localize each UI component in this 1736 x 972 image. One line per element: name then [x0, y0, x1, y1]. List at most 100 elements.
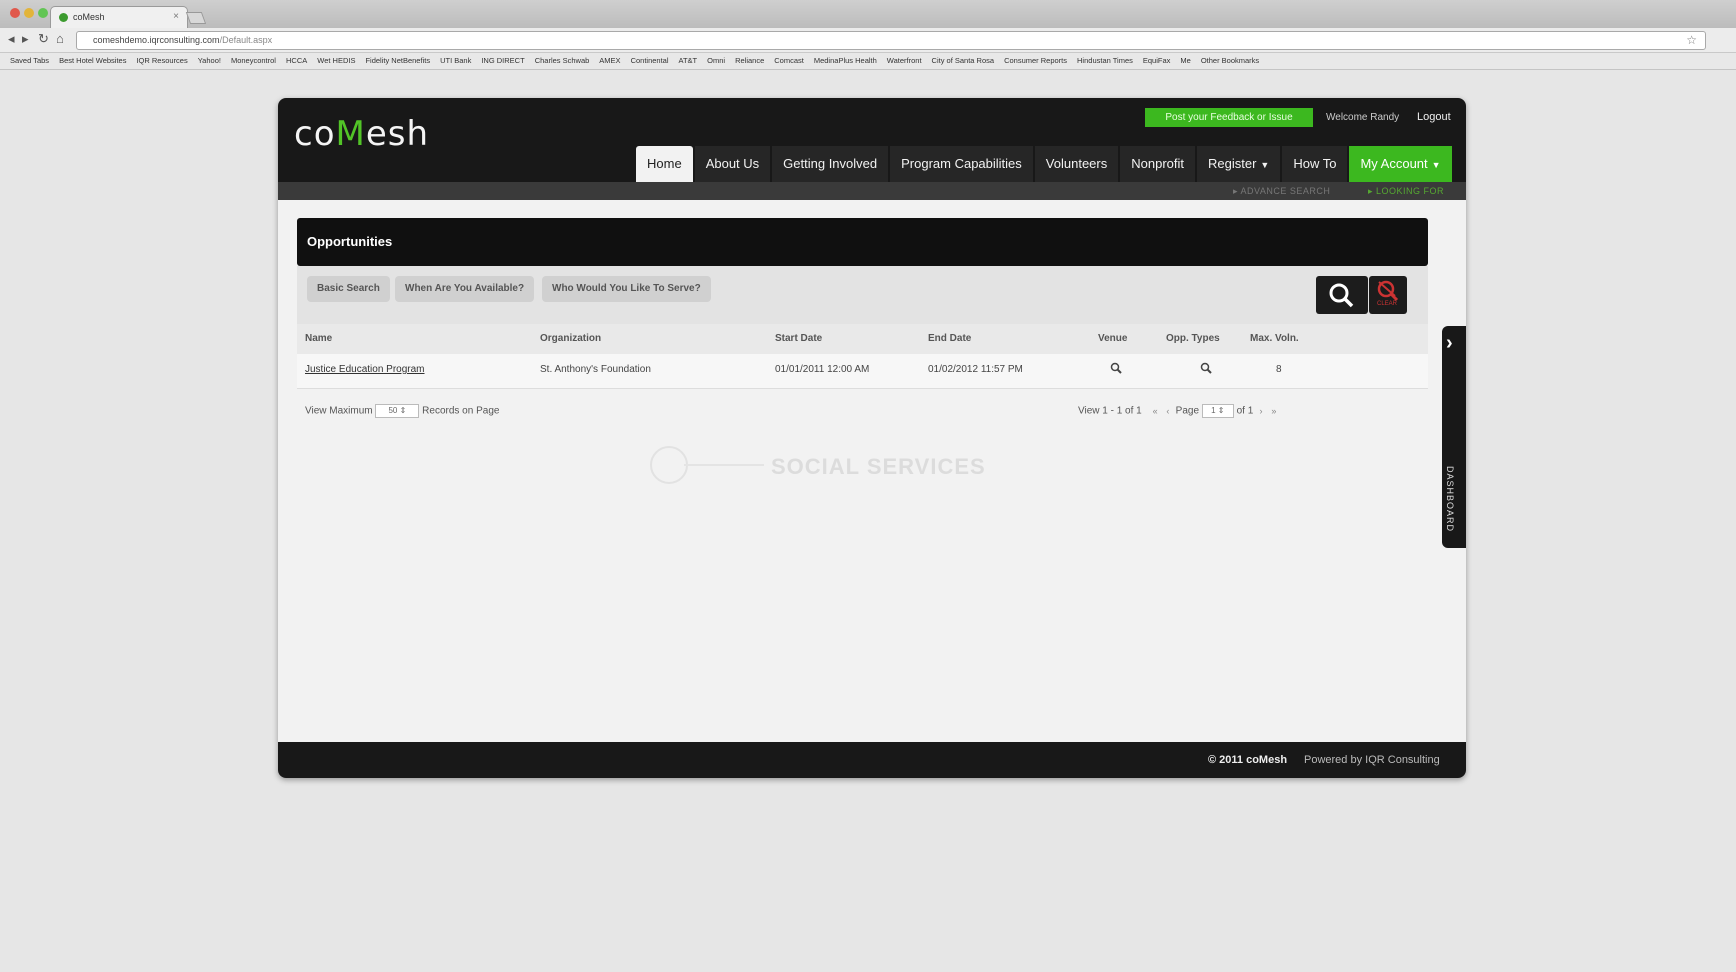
nav-home[interactable]: Home — [636, 146, 693, 182]
opp-types-magnifier-icon[interactable] — [1200, 362, 1212, 377]
nav-about-us[interactable]: About Us — [694, 146, 771, 182]
records-on-page-label: Records on Page — [422, 405, 500, 417]
organization-cell: St. Anthony's Foundation — [540, 364, 651, 375]
advance-search-link[interactable]: ▸ ADVANCE SEARCH — [1233, 186, 1330, 197]
sub-bar: ▸ ADVANCE SEARCH ▸ LOOKING FOR — [278, 182, 1466, 200]
view-maximum-group: View Maximum 50 ⇕ Records on Page — [305, 404, 499, 418]
bookmark-item[interactable]: Other Bookmarks — [1201, 56, 1259, 65]
search-button[interactable] — [1316, 276, 1368, 314]
pagination-bar: View Maximum 50 ⇕ Records on Page View 1… — [297, 398, 1428, 422]
nav-my-account[interactable]: My Account ▼ — [1349, 146, 1452, 182]
logout-link[interactable]: Logout — [1417, 111, 1451, 123]
col-name[interactable]: Name — [305, 333, 332, 344]
tab-who-to-serve[interactable]: Who Would You Like To Serve? — [542, 276, 711, 302]
view-maximum-label: View Maximum — [305, 405, 373, 417]
bookmark-item[interactable]: Me — [1180, 56, 1190, 65]
nav-volunteers[interactable]: Volunteers — [1034, 146, 1119, 182]
venue-magnifier-icon[interactable] — [1110, 362, 1122, 377]
nav-getting-involved[interactable]: Getting Involved — [772, 146, 889, 182]
bookmark-item[interactable]: ING DIRECT — [481, 56, 524, 65]
bookmark-item[interactable]: IQR Resources — [136, 56, 187, 65]
powered-by-link[interactable]: Powered by IQR Consulting — [1304, 754, 1440, 766]
bookmark-star-icon[interactable]: ☆ — [1686, 33, 1697, 47]
site-favicon-icon — [59, 13, 68, 22]
site-panel: coMesh Post your Feedback or Issue Welco… — [278, 98, 1466, 778]
col-venue[interactable]: Venue — [1098, 333, 1127, 344]
col-max-voln[interactable]: Max. Voln. — [1250, 333, 1299, 344]
bookmark-item[interactable]: Best Hotel Websites — [59, 56, 126, 65]
bookmark-item[interactable]: Yahoo! — [198, 56, 221, 65]
col-end-date[interactable]: End Date — [928, 333, 971, 344]
last-page-icon[interactable]: » — [1269, 405, 1279, 417]
reload-icon[interactable]: ↻ — [38, 31, 49, 47]
bookmark-item[interactable]: Continental — [631, 56, 669, 65]
watermark-text: SOCIAL SERVICES — [771, 454, 986, 479]
main-nav: Home About Us Getting Involved Program C… — [636, 142, 1454, 182]
dashboard-tab[interactable]: › DASHBOARD — [1442, 326, 1466, 548]
page-label: Page — [1175, 405, 1200, 417]
close-tab-icon[interactable]: × — [173, 11, 179, 22]
clear-button[interactable]: CLEAR — [1369, 276, 1407, 314]
tab-when-available[interactable]: When Are You Available? — [395, 276, 535, 302]
bookmark-item[interactable]: Waterfront — [887, 56, 922, 65]
nav-how-to[interactable]: How To — [1282, 146, 1348, 182]
col-start-date[interactable]: Start Date — [775, 333, 822, 344]
search-area: Basic Search When Are You Available? Who… — [297, 266, 1428, 324]
view-maximum-select[interactable]: 50 ⇕ — [375, 404, 420, 418]
address-url: comeshdemo.iqrconsulting.com/Default.asp… — [93, 35, 273, 45]
site-header: coMesh Post your Feedback or Issue Welco… — [278, 98, 1466, 182]
view-range-text: View 1 - 1 of 1 — [1078, 405, 1142, 417]
copyright-text: © 2011 coMesh — [1208, 754, 1288, 766]
looking-for-link[interactable]: ▸ LOOKING FOR — [1368, 186, 1444, 197]
close-window-icon[interactable] — [10, 8, 20, 18]
chevron-right-icon: › — [1446, 332, 1453, 354]
zoom-window-icon[interactable] — [38, 8, 48, 18]
prev-page-icon[interactable]: ‹ — [1163, 405, 1173, 417]
feedback-button[interactable]: Post your Feedback or Issue — [1145, 108, 1313, 127]
new-tab-button[interactable] — [185, 12, 207, 24]
page-of-label: of 1 — [1236, 405, 1254, 417]
next-page-icon[interactable]: › — [1256, 405, 1266, 417]
bookmark-item[interactable]: Charles Schwab — [535, 56, 590, 65]
nav-nonprofit[interactable]: Nonprofit — [1120, 146, 1195, 182]
bookmark-item[interactable]: Saved Tabs — [10, 56, 49, 65]
table-row: Justice Education Program St. Anthony's … — [297, 354, 1428, 389]
bookmark-item[interactable]: AMEX — [599, 56, 620, 65]
chevron-down-icon: ▼ — [1431, 160, 1441, 170]
opportunity-name-link[interactable]: Justice Education Program — [305, 364, 425, 375]
address-bar[interactable]: comeshdemo.iqrconsulting.com/Default.asp… — [76, 31, 1706, 50]
bookmark-item[interactable]: Consumer Reports — [1004, 56, 1067, 65]
page-select[interactable]: 1 ⇕ — [1201, 404, 1234, 418]
first-page-icon[interactable]: « — [1150, 405, 1160, 417]
col-organization[interactable]: Organization — [540, 333, 601, 344]
bookmark-item[interactable]: Hindustan Times — [1077, 56, 1133, 65]
comesh-logo[interactable]: coMesh — [294, 114, 429, 154]
bookmark-item[interactable]: UTI Bank — [440, 56, 471, 65]
bookmark-item[interactable]: Comcast — [774, 56, 804, 65]
clear-label: CLEAR — [1377, 301, 1398, 307]
bookmark-item[interactable]: Reliance — [735, 56, 764, 65]
nav-program-capabilities[interactable]: Program Capabilities — [890, 146, 1033, 182]
minimize-window-icon[interactable] — [24, 8, 34, 18]
tab-basic-search[interactable]: Basic Search — [307, 276, 390, 302]
back-icon[interactable]: ◂ — [8, 31, 15, 47]
welcome-text: Welcome Randy — [1326, 112, 1400, 123]
bookmark-item[interactable]: AT&T — [679, 56, 698, 65]
bookmark-item[interactable]: Omni — [707, 56, 725, 65]
bookmark-item[interactable]: HCCA — [286, 56, 307, 65]
watermark-circle — [650, 446, 688, 484]
nav-register[interactable]: Register ▼ — [1196, 146, 1281, 182]
browser-tab[interactable]: coMesh × — [50, 6, 188, 29]
forward-icon[interactable]: ▸ — [22, 31, 29, 47]
bookmark-item[interactable]: City of Santa Rosa — [932, 56, 995, 65]
opportunities-header: Opportunities — [297, 218, 1428, 266]
bookmark-item[interactable]: MedinaPlus Health — [814, 56, 877, 65]
bookmark-item[interactable]: Moneycontrol — [231, 56, 276, 65]
bookmark-item[interactable]: Fidelity NetBenefits — [365, 56, 430, 65]
home-icon[interactable]: ⌂ — [56, 31, 64, 46]
max-voln-cell: 8 — [1276, 364, 1282, 375]
page-title: Opportunities — [307, 234, 393, 249]
bookmark-item[interactable]: EquiFax — [1143, 56, 1171, 65]
bookmark-item[interactable]: Wet HEDIS — [317, 56, 355, 65]
col-opp-types[interactable]: Opp. Types — [1166, 333, 1220, 344]
